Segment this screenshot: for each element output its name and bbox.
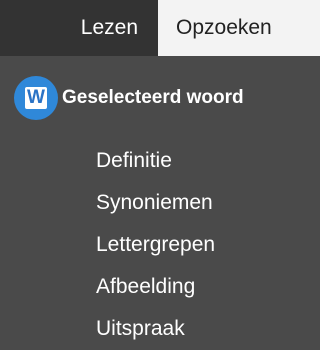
- menu-item-syllables[interactable]: Lettergrepen: [0, 224, 320, 266]
- menu-item-pronunciation[interactable]: Uitspraak: [0, 308, 320, 350]
- word-lookup-panel: Lezen Opzoeken W Geselecteerd woord Defi…: [0, 0, 320, 350]
- word-app-icon: W: [14, 76, 58, 120]
- tab-lookup[interactable]: Opzoeken: [158, 0, 320, 56]
- menu-item-definition[interactable]: Definitie: [0, 140, 320, 182]
- tab-read[interactable]: Lezen: [0, 0, 158, 56]
- lookup-menu: Definitie Synoniemen Lettergrepen Afbeel…: [0, 140, 320, 350]
- menu-item-image[interactable]: Afbeelding: [0, 266, 320, 308]
- tab-lookup-label: Opzoeken: [176, 16, 272, 39]
- word-letter-icon: W: [25, 87, 47, 109]
- tab-read-label: Lezen: [80, 16, 138, 39]
- selected-word-header: W Geselecteerd woord: [0, 76, 320, 120]
- menu-item-synonyms[interactable]: Synoniemen: [0, 182, 320, 224]
- section-title: Geselecteerd woord: [62, 87, 244, 108]
- tab-bar: Lezen Opzoeken: [0, 0, 320, 56]
